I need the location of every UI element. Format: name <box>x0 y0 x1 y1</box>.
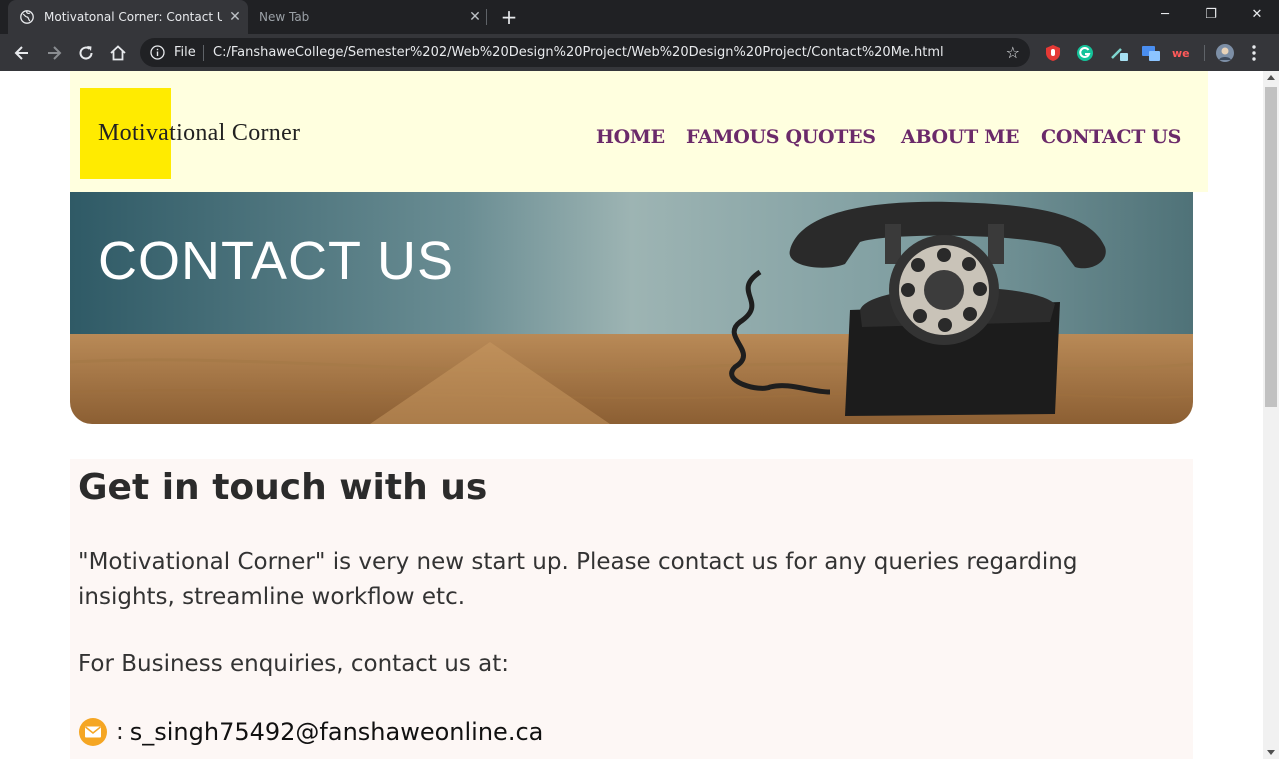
tab-divider <box>486 9 487 25</box>
email-icon <box>79 718 107 746</box>
close-tab-icon[interactable]: ✕ <box>222 9 248 25</box>
email-separator: : <box>116 719 124 745</box>
extension-screens-icon[interactable] <box>1141 43 1161 63</box>
nav-contact-us[interactable]: CONTACT US <box>1041 126 1181 148</box>
nav-home[interactable]: HOME <box>596 126 665 148</box>
tab-new-tab[interactable]: New Tab ✕ <box>248 0 488 34</box>
back-icon <box>14 46 28 60</box>
page-viewport: Motivational Corner HOME FAMOUS QUOTES A… <box>0 71 1263 759</box>
close-tab-icon[interactable]: ✕ <box>462 9 488 25</box>
address-bar[interactable]: File C:/FanshaweCollege/Semester%202/Web… <box>140 38 1030 67</box>
nav-famous-quotes[interactable]: FAMOUS QUOTES <box>686 126 876 148</box>
star-icon[interactable]: ☆ <box>1006 43 1020 62</box>
scroll-up-icon[interactable] <box>1267 75 1275 80</box>
telephone-photo <box>70 192 1193 424</box>
email-link[interactable]: s_singh75492@fanshaweonline.ca <box>130 718 544 746</box>
business-enquiries-text: For Business enquiries, contact us at: <box>78 651 509 677</box>
scroll-down-icon[interactable] <box>1267 750 1275 755</box>
new-tab-button[interactable]: + <box>496 4 522 30</box>
banner-image: CONTACT US <box>70 192 1193 424</box>
forward-button[interactable] <box>41 40 67 66</box>
home-icon <box>110 45 126 61</box>
logo-text[interactable]: Motivational Corner <box>98 120 300 147</box>
minimize-button[interactable]: ─ <box>1142 0 1188 30</box>
banner-title: CONTACT US <box>98 231 455 291</box>
extension-shield-icon[interactable] <box>1043 43 1063 63</box>
info-icon[interactable] <box>150 45 165 60</box>
tab-active[interactable]: Motivatonal Corner: Contact Us ✕ <box>8 0 248 34</box>
browser-toolbar: File C:/FanshaweCollege/Semester%202/Web… <box>0 34 1279 71</box>
home-button[interactable] <box>105 40 131 66</box>
tab-strip: Motivatonal Corner: Contact Us ✕ New Tab… <box>0 0 1279 34</box>
window-close-button[interactable]: ✕ <box>1234 0 1279 30</box>
extension-we-icon[interactable]: we <box>1171 43 1191 63</box>
globe-icon <box>20 10 34 24</box>
scrollbar-thumb[interactable] <box>1265 87 1277 407</box>
restore-button[interactable]: ❐ <box>1188 0 1234 30</box>
extension-pen-icon[interactable] <box>1109 43 1129 63</box>
reload-button[interactable] <box>73 40 99 66</box>
site-header: Motivational Corner HOME FAMOUS QUOTES A… <box>70 71 1208 192</box>
email-row: : s_singh75492@fanshaweonline.ca <box>78 717 543 747</box>
address-divider <box>203 45 204 61</box>
intro-paragraph: "Motivational Corner" is very new start … <box>78 549 1078 610</box>
nav-about-me[interactable]: ABOUT ME <box>901 126 1019 148</box>
tab-title: New Tab <box>259 10 310 24</box>
avatar[interactable] <box>1215 43 1235 63</box>
contact-section: Get in touch with us "Motivational Corne… <box>70 459 1193 759</box>
reload-icon <box>79 46 93 60</box>
vertical-scrollbar[interactable] <box>1263 71 1279 759</box>
toolbar-divider <box>1204 45 1205 61</box>
svg-text:we: we <box>1172 47 1190 60</box>
back-button[interactable] <box>9 40 35 66</box>
url-text[interactable]: C:/FanshaweCollege/Semester%202/Web%20De… <box>213 45 944 60</box>
file-scheme-label: File <box>174 45 196 60</box>
page-title: Get in touch with us <box>78 467 488 508</box>
grammarly-icon[interactable] <box>1075 43 1095 63</box>
tab-title: Motivatonal Corner: Contact Us <box>44 10 222 24</box>
forward-icon <box>48 46 62 60</box>
menu-icon[interactable] <box>1249 43 1259 63</box>
